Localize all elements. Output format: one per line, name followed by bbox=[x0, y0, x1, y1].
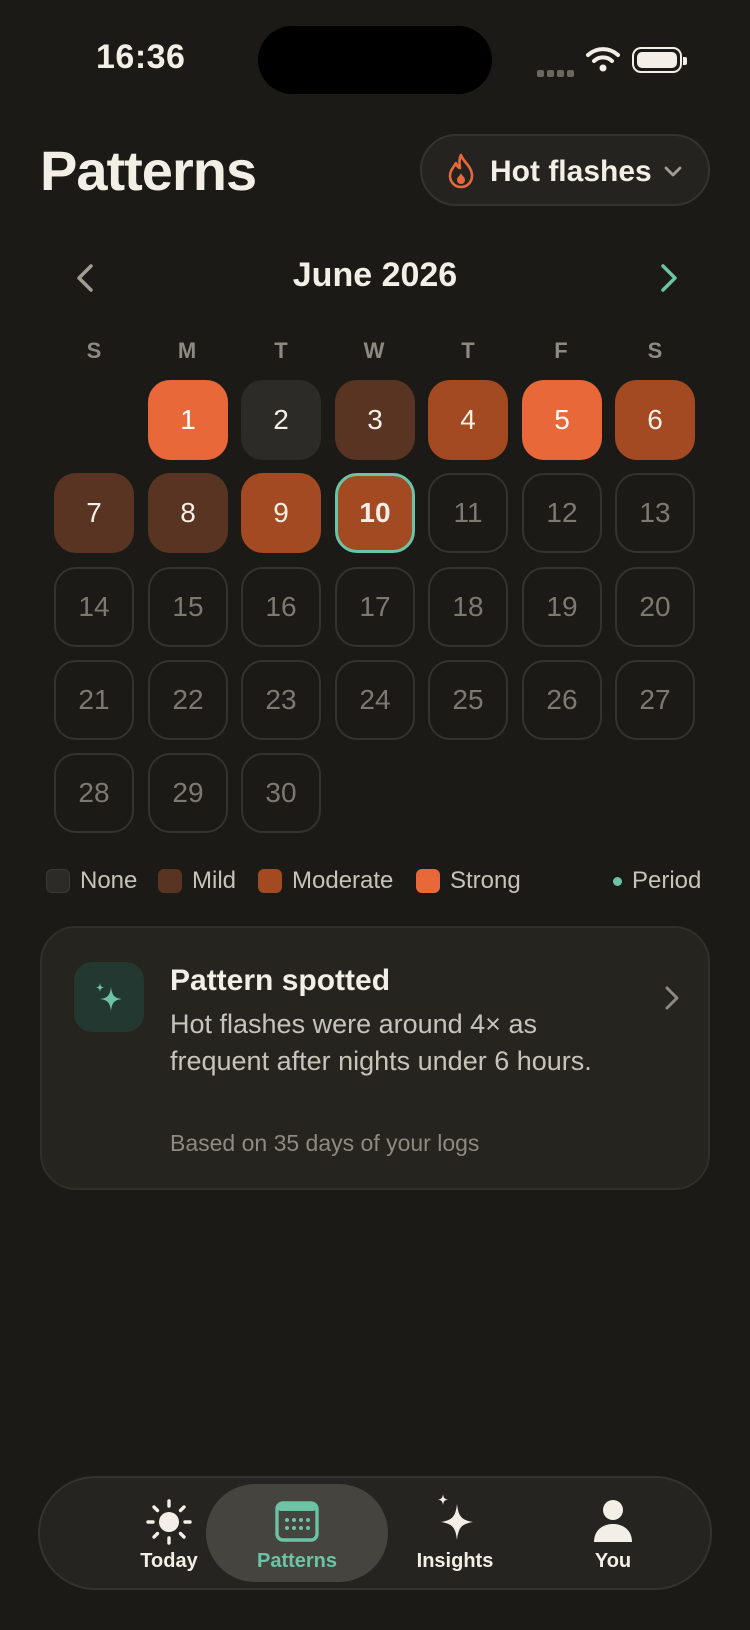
calendar-day[interactable]: 29 bbox=[148, 753, 228, 833]
period-dot bbox=[613, 876, 622, 886]
weekday-label: F bbox=[554, 338, 568, 363]
symptom-selector[interactable]: Hot flashes bbox=[420, 134, 710, 206]
calendar-day[interactable]: 16 bbox=[241, 567, 321, 647]
calendar-day[interactable]: 30 bbox=[241, 753, 321, 833]
symptom-selector-label: Hot flashes bbox=[490, 155, 652, 188]
legend-mild: Mild bbox=[158, 864, 236, 898]
legend-label: None bbox=[80, 867, 138, 894]
legend-none: None bbox=[46, 864, 137, 898]
sparkle-icon bbox=[96, 983, 122, 1011]
calendar-day[interactable]: 24 bbox=[335, 660, 415, 740]
tab-insights[interactable]: Insights bbox=[364, 1484, 546, 1582]
pattern-insight-card[interactable]: Pattern spotted Hot flashes were around … bbox=[40, 926, 710, 1190]
calendar-day[interactable]: 7 bbox=[54, 473, 134, 553]
calendar-day[interactable]: 3 bbox=[335, 380, 415, 460]
calendar-day[interactable]: 6 bbox=[615, 380, 695, 460]
legend-swatch bbox=[416, 869, 440, 893]
calendar-day[interactable]: 2 bbox=[241, 380, 321, 460]
calendar-day[interactable]: 27 bbox=[615, 660, 695, 740]
legend-label: Moderate bbox=[292, 867, 394, 894]
calendar-day[interactable]: 14 bbox=[54, 567, 134, 647]
calendar-day[interactable]: 13 bbox=[615, 473, 695, 553]
calendar-day[interactable]: 15 bbox=[148, 567, 228, 647]
weekday-header: S M T W T F S bbox=[54, 338, 696, 368]
tab-label: You bbox=[594, 1550, 632, 1572]
calendar-day[interactable]: 23 bbox=[241, 660, 321, 740]
weekday-label: T bbox=[274, 338, 288, 363]
calendar-day[interactable]: 19 bbox=[522, 567, 602, 647]
chevron-down-icon bbox=[664, 166, 682, 177]
tab-you[interactable]: You bbox=[522, 1484, 704, 1582]
intensity-legend: None Mild Moderate Strong Period bbox=[46, 864, 706, 898]
tab-label: Insights bbox=[416, 1550, 494, 1572]
calendar-icon bbox=[275, 1501, 319, 1542]
dynamic-island bbox=[258, 26, 492, 94]
page-title: Patterns bbox=[40, 139, 257, 202]
wifi-icon bbox=[586, 47, 620, 72]
month-label: June 2026 bbox=[292, 256, 458, 294]
legend-strong: Strong bbox=[416, 864, 521, 898]
calendar-day[interactable]: 1 bbox=[148, 380, 228, 460]
legend-label: Mild bbox=[192, 867, 237, 894]
calendar-day[interactable]: 25 bbox=[428, 660, 508, 740]
weekday-label: W bbox=[363, 338, 385, 363]
calendar-day[interactable]: 18 bbox=[428, 567, 508, 647]
calendar-day[interactable]: 22 bbox=[148, 660, 228, 740]
chevron-right-icon bbox=[665, 986, 679, 1010]
calendar-day[interactable]: 20 bbox=[615, 567, 695, 647]
sun-icon bbox=[146, 1499, 192, 1545]
tab-label: Patterns bbox=[256, 1550, 338, 1572]
sparkle-icon bbox=[438, 1494, 473, 1540]
weekday-label: S bbox=[86, 338, 102, 363]
legend-moderate: Moderate bbox=[258, 864, 393, 898]
calendar-day[interactable]: 21 bbox=[54, 660, 134, 740]
insight-heading: Pattern spotted bbox=[170, 964, 391, 997]
battery-icon bbox=[632, 47, 687, 73]
legend-period: Period bbox=[613, 864, 701, 898]
status-time: 16:36 bbox=[96, 38, 186, 76]
tab-bar: Today Patterns Insights You bbox=[38, 1476, 712, 1590]
person-icon bbox=[594, 1500, 632, 1542]
flame-icon bbox=[448, 153, 474, 189]
legend-label: Period bbox=[632, 867, 702, 894]
legend-swatch bbox=[258, 869, 282, 893]
tab-patterns[interactable]: Patterns bbox=[206, 1484, 388, 1582]
calendar-day[interactable]: 9 bbox=[241, 473, 321, 553]
calendar-day[interactable]: 12 bbox=[522, 473, 602, 553]
calendar-day[interactable]: 17 bbox=[335, 567, 415, 647]
insight-footnote: Based on 35 days of your logs bbox=[170, 1130, 480, 1156]
insight-body: Hot flashes were around 4× as frequent a… bbox=[170, 1009, 592, 1076]
calendar-day[interactable]: 11 bbox=[428, 473, 508, 553]
calendar-day-today[interactable]: 10 bbox=[335, 473, 415, 553]
calendar-day[interactable]: 4 bbox=[428, 380, 508, 460]
calendar-day[interactable]: 26 bbox=[522, 660, 602, 740]
weekday-label: M bbox=[177, 338, 197, 363]
weekday-label: S bbox=[647, 338, 663, 363]
next-month-button[interactable] bbox=[648, 258, 688, 298]
calendar-day[interactable]: 5 bbox=[522, 380, 602, 460]
status-bar: 16:36 bbox=[0, 0, 750, 120]
weekday-label: T bbox=[461, 338, 475, 363]
calendar-day[interactable]: 8 bbox=[148, 473, 228, 553]
signal-icon bbox=[537, 64, 577, 82]
legend-swatch bbox=[46, 869, 70, 893]
insight-badge bbox=[74, 962, 144, 1032]
calendar-day[interactable]: 28 bbox=[54, 753, 134, 833]
legend-label: Strong bbox=[450, 867, 521, 894]
calendar-grid: 1 2 3 4 5 6 7 8 9 10 11 12 13 14 15 16 17 18 19 20 21 22 23 24 2… bbox=[54, 380, 696, 840]
legend-swatch bbox=[158, 869, 182, 893]
